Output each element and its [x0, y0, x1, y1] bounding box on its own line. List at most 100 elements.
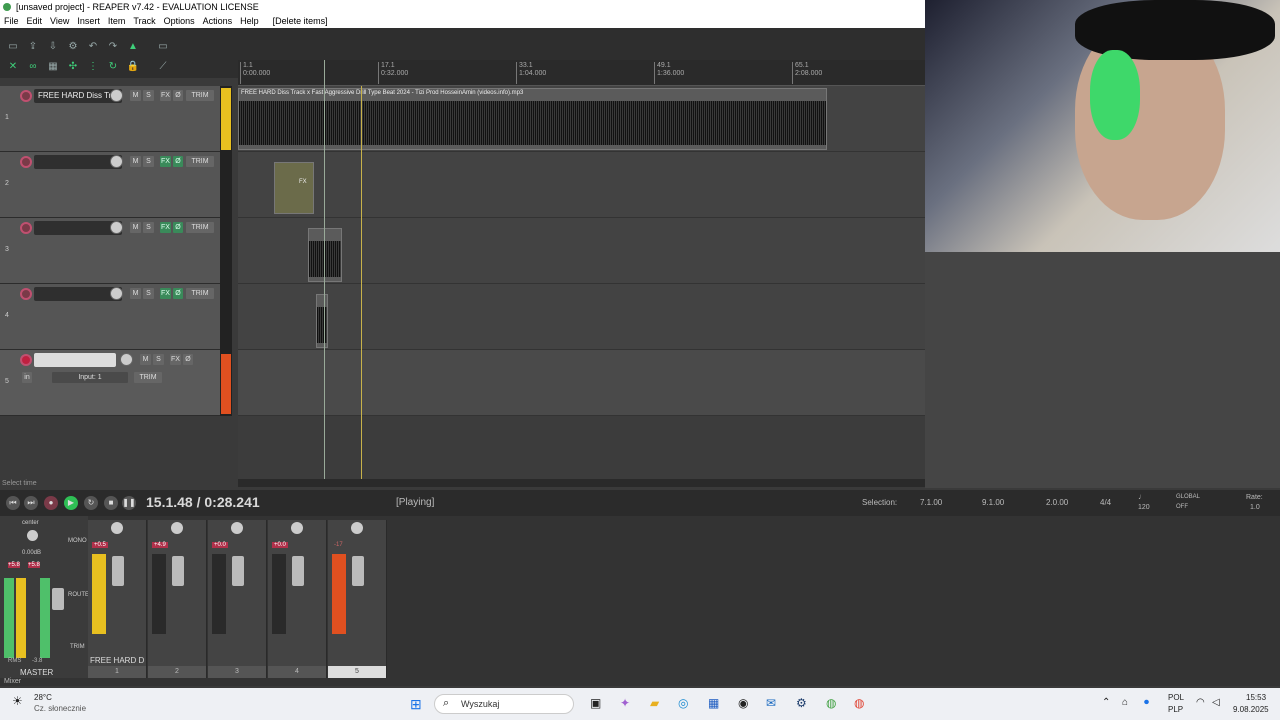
envelope-link-icon[interactable]: ✣ [66, 60, 80, 74]
track-5-header[interactable]: 5 M S FX Ø in Input: 1 TRIM [0, 350, 220, 416]
menu-options[interactable]: Options [164, 14, 195, 28]
track-name-field[interactable] [34, 221, 122, 235]
time-signature[interactable]: 4/4 [1100, 498, 1111, 507]
strip-fader[interactable] [172, 556, 184, 586]
record-arm-button[interactable] [20, 288, 32, 300]
media-item[interactable] [308, 228, 342, 282]
slash-tool-icon[interactable]: ⟋ [156, 60, 170, 74]
record-button[interactable]: ● [44, 496, 58, 510]
new-project-icon[interactable]: ▭ [6, 40, 20, 54]
loop-icon[interactable]: ↻ [106, 60, 120, 74]
arrange-view[interactable]: FREE HARD Diss Track x Fast Aggressive D… [238, 86, 925, 479]
stop-button[interactable]: ■ [104, 496, 118, 510]
menu-insert[interactable]: Insert [77, 14, 100, 28]
phase-button[interactable]: Ø [173, 156, 183, 167]
fx-button[interactable]: FX [160, 156, 171, 167]
outlook-icon[interactable]: ✉ [766, 696, 776, 710]
task-view-icon[interactable]: ▣ [590, 696, 601, 710]
phase-button[interactable]: Ø [173, 90, 183, 101]
horizontal-scrollbar[interactable] [238, 479, 925, 487]
mixer-strip-4[interactable]: +0.0 4 [268, 520, 327, 678]
grid-icon[interactable]: ⋮ [86, 60, 100, 74]
master-trim-button[interactable]: TRIM [70, 644, 85, 650]
undo-icon[interactable]: ↶ [86, 40, 100, 54]
mixer-strip-1[interactable]: +0.5 FREE HARD D 1 [88, 520, 147, 678]
mixer-tab[interactable]: Mixer [4, 678, 21, 685]
master-pan-knob[interactable] [27, 530, 38, 541]
toolbar-extra-icon[interactable]: ▭ [156, 40, 170, 54]
redo-icon[interactable]: ↷ [106, 40, 120, 54]
file-explorer-icon[interactable]: ▰ [650, 696, 659, 710]
strip-fader[interactable] [352, 556, 364, 586]
trim-button[interactable]: TRIM [186, 288, 214, 299]
network-icon[interactable]: ⌂ [1122, 697, 1128, 708]
go-start-button[interactable]: ⏮ [6, 496, 20, 510]
master-fader[interactable] [52, 588, 64, 610]
pause-button[interactable]: ❚❚ [122, 496, 136, 510]
phase-button[interactable]: Ø [183, 354, 193, 365]
record-arm-button[interactable] [20, 156, 32, 168]
trim-button[interactable]: TRIM [186, 90, 214, 101]
go-end-button[interactable]: ⏭ [24, 496, 38, 510]
fx-button[interactable]: FX [160, 222, 171, 233]
lock-icon[interactable]: 🔒 [126, 60, 140, 74]
mixer-strip-3[interactable]: +0.0 3 [208, 520, 267, 678]
solo-button[interactable]: S [143, 288, 154, 299]
copilot-icon[interactable]: ✦ [620, 696, 630, 710]
pan-knob[interactable] [231, 522, 243, 534]
menu-file[interactable]: File [4, 14, 19, 28]
pan-knob[interactable] [291, 522, 303, 534]
media-item[interactable]: FX [274, 162, 314, 214]
menu-track[interactable]: Track [133, 14, 155, 28]
volume-knob[interactable] [110, 155, 123, 168]
trim-button[interactable]: TRIM [134, 372, 162, 383]
input-monitor-button[interactable]: in [22, 372, 32, 383]
metronome-icon[interactable]: ▲ [126, 40, 140, 54]
bpm-display[interactable]: 120 [1138, 504, 1150, 511]
track-lane[interactable] [238, 152, 925, 218]
language-bottom[interactable]: PLP [1168, 705, 1183, 714]
clock-time[interactable]: 15:53 [1246, 693, 1266, 702]
selection-length[interactable]: 2.0.00 [1046, 498, 1068, 507]
weather-icon[interactable]: ☀ [12, 694, 23, 708]
fx-button[interactable]: FX [160, 288, 171, 299]
menu-view[interactable]: View [50, 14, 69, 28]
track-2-header[interactable]: 2 M S FX Ø TRIM [0, 152, 220, 218]
strip-fader[interactable] [292, 556, 304, 586]
language-top[interactable]: POL [1168, 693, 1184, 702]
menu-help[interactable]: Help [240, 14, 259, 28]
search-box[interactable]: ⌕ Wyszukaj [434, 694, 574, 714]
volume-knob[interactable] [110, 89, 123, 102]
track-lane[interactable] [238, 284, 925, 350]
project-settings-icon[interactable]: ⚙ [66, 40, 80, 54]
phase-button[interactable]: Ø [173, 222, 183, 233]
media-item[interactable]: FREE HARD Diss Track x Fast Aggressive D… [238, 88, 827, 150]
track-1-header[interactable]: 1 FREE HARD Diss Track M S FX Ø TRIM [0, 86, 220, 152]
timeline-ruler[interactable]: 1.1 0:00.000 17.1 0:32.000 33.1 1:04.000 49… [238, 60, 925, 86]
menu-delete-items[interactable]: [Delete items] [273, 14, 328, 28]
record-arm-button[interactable] [20, 90, 32, 102]
selection-end[interactable]: 9.1.00 [982, 498, 1004, 507]
strip-fader[interactable] [112, 556, 124, 586]
mute-button[interactable]: M [140, 354, 151, 365]
windows-start-icon[interactable]: ⊞ [410, 696, 422, 713]
edge-icon[interactable]: ◎ [678, 696, 688, 710]
grouping-icon[interactable]: ▦ [46, 60, 60, 74]
fx-button[interactable]: FX [160, 90, 171, 101]
mute-button[interactable]: M [130, 156, 141, 167]
ripple-edit-icon[interactable]: ∞ [26, 60, 40, 74]
clock-date[interactable]: 9.08.2025 [1233, 705, 1269, 714]
play-button[interactable]: ▶ [64, 496, 78, 510]
volume-knob[interactable] [110, 287, 123, 300]
solo-button[interactable]: S [143, 222, 154, 233]
pan-knob[interactable] [171, 522, 183, 534]
mixer-strip-5[interactable]: -17 5 [328, 520, 387, 678]
pan-knob[interactable] [111, 522, 123, 534]
menu-actions[interactable]: Actions [203, 14, 233, 28]
global-state[interactable]: OFF [1176, 504, 1188, 510]
store-icon[interactable]: ▦ [708, 696, 719, 710]
solo-button[interactable]: S [143, 90, 154, 101]
repeat-button[interactable]: ↻ [84, 496, 98, 510]
reaper-taskbar-icon[interactable]: ◉ [738, 696, 748, 710]
volume-knob[interactable] [110, 221, 123, 234]
